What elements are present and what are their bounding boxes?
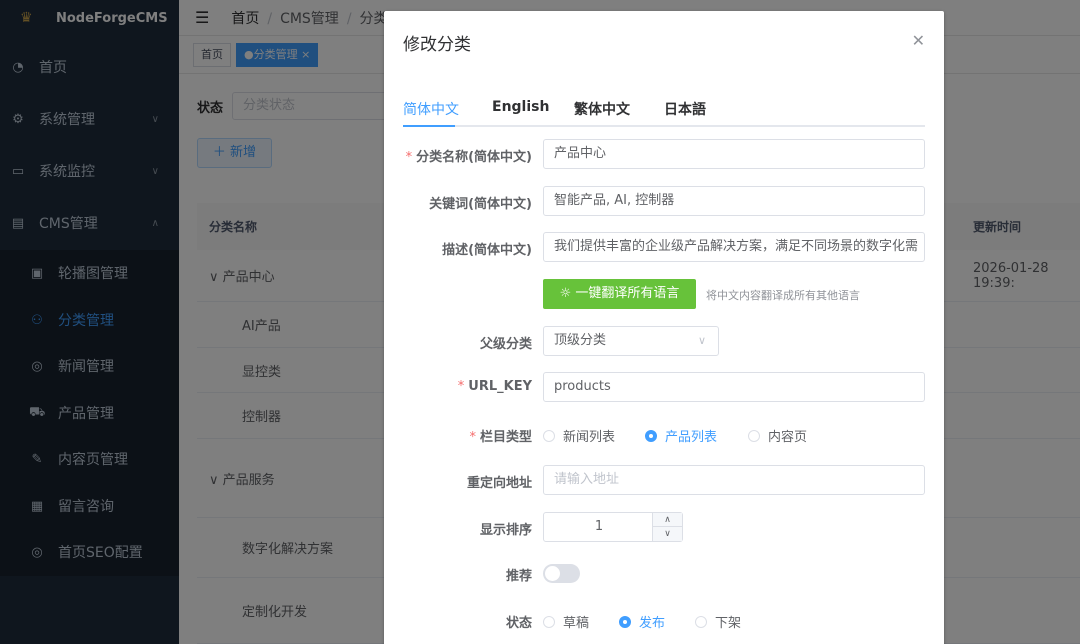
chevron-down-icon: ∨ <box>697 334 706 347</box>
recommend-toggle[interactable] <box>543 564 580 583</box>
description-row: 描述(简体中文) 我们提供丰富的企业级产品解决方案，满足不同场景的数字化需 <box>384 232 944 264</box>
tab-zh-cn[interactable]: 简体中文 <box>403 99 459 119</box>
type-label: * 栏目类型 <box>469 430 532 445</box>
type-row: * 栏目类型 新闻列表 产品列表 内容页 <box>384 419 944 451</box>
recommend-label: 推荐 <box>505 569 532 584</box>
redirect-row: 重定向地址 请输入地址 <box>384 465 944 497</box>
parent-value: 顶级分类 <box>554 333 607 348</box>
edit-category-dialog: 修改分类 ✕ 简体中文 English 繁体中文 日本語 * 分类名称(简体中文)… <box>384 11 944 644</box>
redirect-label: 重定向地址 <box>466 476 532 491</box>
description-input[interactable]: 我们提供丰富的企业级产品解决方案，满足不同场景的数字化需 <box>543 232 925 262</box>
parent-select[interactable]: 顶级分类 ∨ <box>543 326 719 356</box>
tab-ja[interactable]: 日本語 <box>664 99 706 119</box>
type-radio-news[interactable]: 新闻列表 <box>543 426 615 445</box>
urlkey-label: * URL_KEY <box>457 379 532 394</box>
tab-en[interactable]: English <box>492 99 549 115</box>
status-radio-publish[interactable]: 发布 <box>619 612 665 631</box>
sort-label: 显示排序 <box>479 523 532 538</box>
translate-row: ☼ 一键翻译所有语言 将中文内容翻译成所有其他语言 <box>384 279 944 311</box>
keywords-row: 关键词(简体中文) 智能产品, AI, 控制器 <box>384 186 944 218</box>
status-label: 状态 <box>505 616 532 631</box>
keywords-label: 关键词(简体中文) <box>429 197 532 212</box>
dialog-title: 修改分类 <box>403 35 471 55</box>
tab-zh-tw[interactable]: 繁体中文 <box>574 99 630 119</box>
description-label: 描述(简体中文) <box>442 243 532 258</box>
parent-label: 父级分类 <box>479 337 532 352</box>
recommend-row: 推荐 <box>384 558 944 590</box>
chevron-down-icon[interactable]: ∨ <box>653 527 682 541</box>
tab-active-indicator <box>403 125 455 127</box>
language-tabs: 简体中文 English 繁体中文 日本語 <box>403 99 925 127</box>
name-input[interactable]: 产品中心 <box>543 139 925 169</box>
translate-hint: 将中文内容翻译成所有其他语言 <box>706 289 860 302</box>
redirect-input[interactable]: 请输入地址 <box>543 465 925 495</box>
sort-stepper[interactable]: 1 ∧ ∨ <box>543 512 683 542</box>
name-row: * 分类名称(简体中文) 产品中心 <box>384 139 944 171</box>
type-radio-content[interactable]: 内容页 <box>748 426 807 445</box>
status-row: 状态 草稿 发布 下架 <box>384 605 944 637</box>
sort-row: 显示排序 1 ∧ ∨ <box>384 512 944 544</box>
close-icon[interactable]: ✕ <box>912 31 925 50</box>
parent-row: 父级分类 顶级分类 ∨ <box>384 326 944 358</box>
keywords-input[interactable]: 智能产品, AI, 控制器 <box>543 186 925 216</box>
type-radio-product[interactable]: 产品列表 <box>645 426 717 445</box>
translate-all-button[interactable]: ☼ 一键翻译所有语言 <box>543 279 696 309</box>
urlkey-input[interactable]: products <box>543 372 925 402</box>
name-label: * 分类名称(简体中文) <box>405 150 532 165</box>
sort-value[interactable]: 1 <box>544 513 654 541</box>
urlkey-row: * URL_KEY products <box>384 372 944 404</box>
status-radio-offline[interactable]: 下架 <box>695 612 741 631</box>
stepper-buttons: ∧ ∨ <box>652 513 682 541</box>
status-radio-draft[interactable]: 草稿 <box>543 612 589 631</box>
chevron-up-icon[interactable]: ∧ <box>653 513 682 527</box>
